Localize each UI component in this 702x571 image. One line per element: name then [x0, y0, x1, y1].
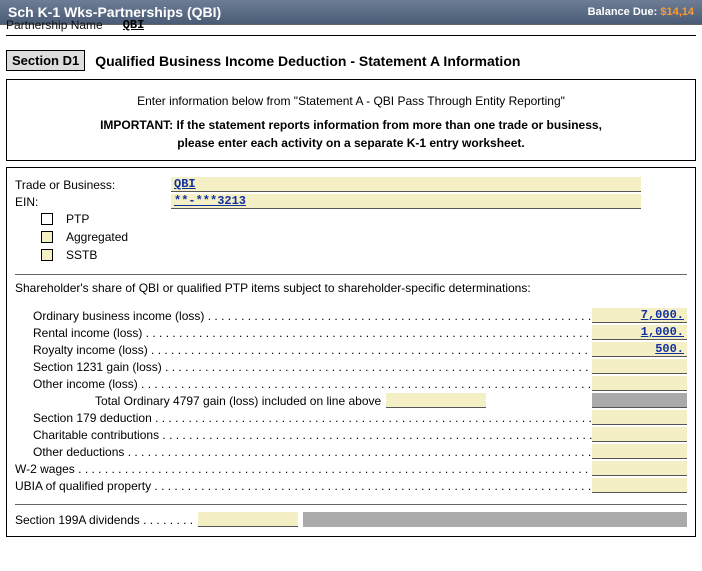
ordinary-income-input[interactable]: 7,000. [592, 308, 687, 323]
sstb-checkbox[interactable] [41, 249, 53, 261]
section-title: Qualified Business Income Deduction - St… [95, 53, 520, 69]
section-199a-readonly-bar [303, 512, 687, 527]
balance-amount: $14,14 [660, 6, 694, 18]
section-tag: Section D1 [6, 50, 85, 71]
charitable-input[interactable] [592, 427, 687, 442]
rental-income-input[interactable]: 1,000. [592, 325, 687, 340]
rental-income-row: Rental income (loss) 1,000. [15, 324, 687, 341]
ubia-input[interactable] [592, 478, 687, 493]
shareholder-share-text: Shareholder's share of QBI or qualified … [15, 281, 687, 295]
aggregated-label: Aggregated [66, 230, 128, 244]
royalty-income-input[interactable]: 500. [592, 342, 687, 357]
w2-wages-label: W-2 wages [15, 462, 592, 476]
charitable-label: Charitable contributions [33, 428, 592, 442]
ein-input[interactable]: **-***3213 [171, 194, 641, 209]
section-179-input[interactable] [592, 410, 687, 425]
sstb-row: SSTB [15, 246, 687, 264]
ubia-row: UBIA of qualified property [15, 477, 687, 494]
other-income-row: Other income (loss) [15, 375, 687, 392]
section-1231-row: Section 1231 gain (loss) [15, 358, 687, 375]
aggregated-row: Aggregated [15, 228, 687, 246]
total-4797-row: Total Ordinary 4797 gain (loss) included… [15, 392, 687, 409]
other-income-label: Other income (loss) [33, 377, 592, 391]
w2-wages-row: W-2 wages [15, 460, 687, 477]
total-4797-label: Total Ordinary 4797 gain (loss) included… [95, 394, 381, 408]
partnership-name-label: Partnership Name [6, 18, 103, 32]
intro-box: Enter information below from "Statement … [6, 79, 696, 161]
data-box: Trade or Business: QBI EIN: **-***3213 P… [6, 167, 696, 537]
ordinary-income-label: Ordinary business income (loss) [33, 309, 592, 323]
total-4797-readonly [592, 393, 687, 408]
royalty-income-row: Royalty income (loss) 500. [15, 341, 687, 358]
section-199a-row: Section 199A dividends [15, 511, 687, 528]
section-d1-header: Section D1 Qualified Business Income Ded… [6, 50, 696, 71]
w2-wages-input[interactable] [592, 461, 687, 476]
ordinary-income-row: Ordinary business income (loss) 7,000. [15, 307, 687, 324]
royalty-income-label: Royalty income (loss) [33, 343, 592, 357]
charitable-row: Charitable contributions [15, 426, 687, 443]
balance-label: Balance Due: [588, 6, 661, 18]
total-4797-input[interactable] [386, 393, 486, 408]
important-note: IMPORTANT: If the statement reports info… [15, 116, 687, 152]
section-199a-input[interactable] [198, 512, 298, 527]
ptp-label: PTP [66, 212, 89, 226]
trade-business-label: Trade or Business: [15, 178, 165, 192]
sstb-label: SSTB [66, 248, 97, 262]
intro-text: Enter information below from "Statement … [15, 94, 687, 108]
section-179-label: Section 179 deduction [33, 411, 592, 425]
partnership-name-value: QBI [123, 18, 145, 32]
balance-due: Balance Due: $14,14 [588, 6, 694, 18]
section-199a-label: Section 199A dividends [15, 513, 193, 527]
other-income-input[interactable] [592, 376, 687, 391]
aggregated-checkbox[interactable] [41, 231, 53, 243]
trade-business-row: Trade or Business: QBI [15, 176, 687, 193]
ein-label: EIN: [15, 195, 165, 209]
section-1231-label: Section 1231 gain (loss) [33, 360, 592, 374]
ptp-checkbox[interactable] [41, 213, 53, 225]
ptp-row: PTP [15, 210, 687, 228]
rental-income-label: Rental income (loss) [33, 326, 592, 340]
other-deductions-row: Other deductions [15, 443, 687, 460]
other-deductions-input[interactable] [592, 444, 687, 459]
ein-row: EIN: **-***3213 [15, 193, 687, 210]
other-deductions-label: Other deductions [33, 445, 592, 459]
trade-business-input[interactable]: QBI [171, 177, 641, 192]
section-1231-input[interactable] [592, 359, 687, 374]
section-179-row: Section 179 deduction [15, 409, 687, 426]
ubia-label: UBIA of qualified property [15, 479, 592, 493]
